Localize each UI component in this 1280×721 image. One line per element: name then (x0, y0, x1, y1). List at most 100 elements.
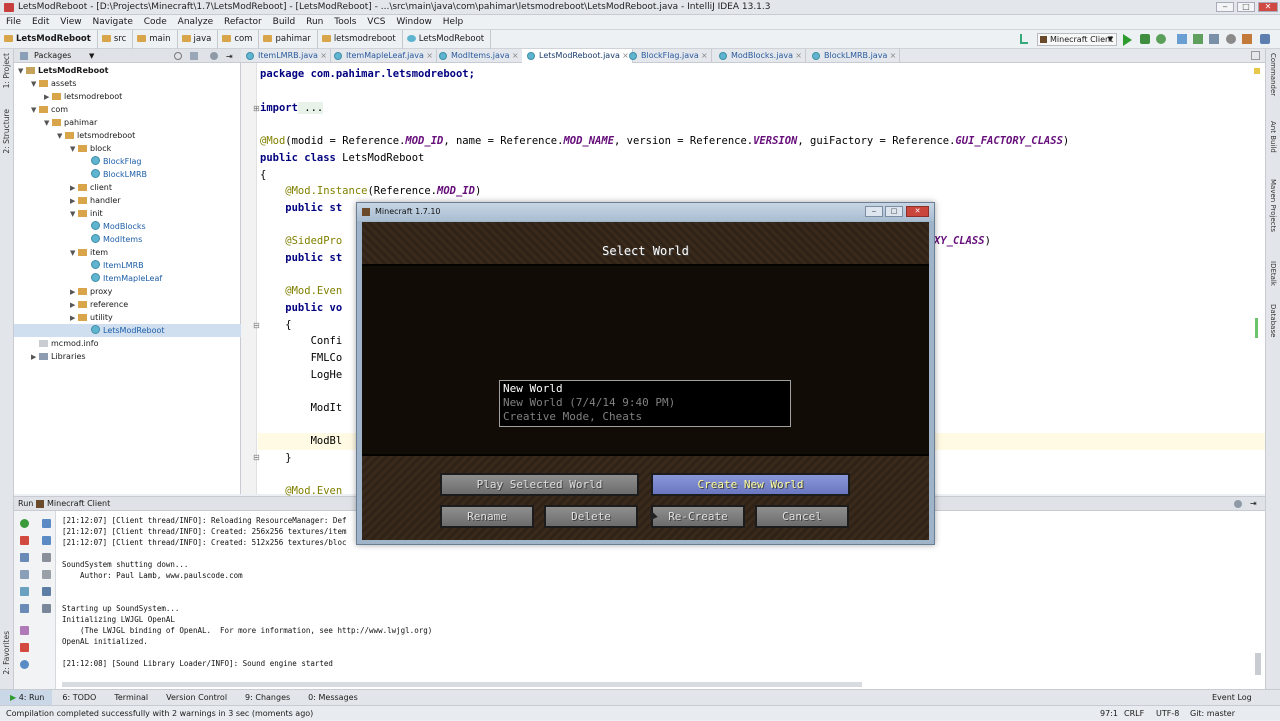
vcs-update-icon[interactable] (1177, 34, 1187, 44)
tree-item[interactable]: ModBlocks (14, 220, 241, 233)
print-icon[interactable] (42, 587, 51, 596)
menu-vcs[interactable]: VCS (367, 15, 385, 30)
tree-item[interactable]: ▶ Libraries (14, 350, 241, 363)
editor-tab-moditems[interactable]: ModItems.java × (434, 49, 523, 63)
restore-layout-icon[interactable] (20, 604, 29, 613)
vcs-commit-icon[interactable] (1193, 34, 1203, 44)
compare-icon[interactable] (1209, 34, 1219, 44)
chevron-down-icon[interactable]: ▼ (44, 117, 52, 130)
breadcrumb-main[interactable]: main (133, 30, 178, 49)
run-icon[interactable] (1123, 34, 1132, 46)
tree-item[interactable]: ▼ LetsModReboot (14, 64, 241, 77)
help-icon[interactable] (1260, 34, 1270, 44)
fold-icon[interactable]: ⊟ (253, 453, 260, 462)
breadcrumb-project[interactable]: LetsModReboot (0, 30, 98, 49)
soft-wrap-icon[interactable] (42, 553, 51, 562)
collapse-all-icon[interactable] (190, 52, 198, 60)
close-icon[interactable] (20, 643, 29, 652)
file-encoding[interactable]: UTF-8 (1156, 706, 1179, 721)
tab-structure[interactable]: 2: Structure (2, 109, 11, 154)
tab-commander[interactable]: Commander (1269, 53, 1277, 96)
close-tab-icon[interactable]: × (320, 49, 327, 63)
tree-item[interactable]: ▶ handler (14, 194, 241, 207)
cancel-button[interactable]: Cancel (755, 505, 849, 528)
tab-version-control[interactable]: Version Control (156, 690, 235, 706)
dump-threads-icon[interactable] (20, 570, 29, 579)
chevron-down-icon[interactable]: ▼ (57, 130, 65, 143)
inspection-status-icon[interactable] (1254, 68, 1260, 74)
run-tab-minecraft-client[interactable]: Minecraft Client (47, 497, 110, 511)
minimize-icon[interactable]: ‒ (865, 206, 883, 217)
maximize-icon[interactable]: □ (1237, 2, 1255, 12)
tab-changes[interactable]: 9: Changes (235, 690, 298, 706)
tree-item[interactable]: ItemLMRB (14, 259, 241, 272)
rename-button[interactable]: Rename (440, 505, 534, 528)
tree-item[interactable]: BlockFlag (14, 155, 241, 168)
tree-item[interactable]: ▼ com (14, 103, 241, 116)
console-hscrollbar[interactable] (62, 682, 862, 687)
stop-icon[interactable] (20, 536, 29, 545)
tree-item[interactable]: ItemMapleLeaf (14, 272, 241, 285)
chevron-right-icon[interactable]: ▶ (70, 312, 78, 325)
close-tab-icon[interactable]: × (426, 49, 433, 63)
tree-item[interactable]: ▶ reference (14, 298, 241, 311)
close-icon[interactable]: ✕ (1258, 2, 1278, 12)
tab-run[interactable]: ▶ 4: Run (0, 690, 53, 706)
hide-panel-icon[interactable]: ⇥ (226, 50, 233, 64)
tree-item[interactable]: ▶ client (14, 181, 241, 194)
gear-icon[interactable] (210, 52, 218, 60)
close-tab-icon[interactable]: × (701, 49, 708, 63)
chevron-down-icon[interactable]: ▼ (31, 78, 39, 91)
chevron-down-icon[interactable]: ▼ (70, 208, 78, 221)
tree-item[interactable]: ▼ item (14, 246, 241, 259)
fold-icon[interactable]: ⊟ (253, 321, 260, 330)
tree-item[interactable]: ▼ init (14, 207, 241, 220)
tree-item[interactable]: LetsModReboot (14, 324, 241, 337)
tree-item[interactable]: ▼ pahimar (14, 116, 241, 129)
menu-edit[interactable]: Edit (32, 15, 49, 30)
tab-maven-projects[interactable]: Maven Projects (1269, 179, 1277, 232)
tree-item[interactable]: ModItems (14, 233, 241, 246)
scroll-up-icon[interactable] (42, 519, 51, 528)
revert-icon[interactable] (1242, 34, 1252, 44)
menu-analyze[interactable]: Analyze (178, 15, 213, 30)
close-tab-icon[interactable]: × (512, 49, 519, 63)
run-config-select[interactable]: Minecraft Client ▼ (1037, 33, 1117, 46)
scroll-to-end-icon[interactable] (42, 570, 51, 579)
debug-icon[interactable] (1140, 34, 1150, 44)
tree-item[interactable]: ▼ assets (14, 77, 241, 90)
tab-database[interactable]: Database (1269, 304, 1277, 337)
chevron-down-icon[interactable]: ▼ (70, 247, 78, 260)
gear-icon[interactable] (1234, 500, 1242, 508)
create-new-world-button[interactable]: Create New World (651, 473, 850, 496)
status-message[interactable]: Compilation completed successfully with … (6, 709, 313, 718)
editor-tab-itemlmrb[interactable]: ItemLMRB.java × (241, 49, 331, 63)
menu-build[interactable]: Build (273, 15, 296, 30)
hide-panel-icon[interactable]: ⇥ (1250, 497, 1257, 511)
menu-code[interactable]: Code (144, 15, 167, 30)
chevron-down-icon[interactable]: ▼ (18, 65, 26, 78)
scroll-from-source-icon[interactable] (174, 52, 182, 60)
editor-tab-blockflag[interactable]: BlockFlag.java × (624, 49, 712, 63)
chevron-down-icon[interactable]: ▼ (89, 49, 94, 63)
clear-all-icon[interactable] (42, 604, 51, 613)
pin-icon[interactable] (20, 626, 29, 635)
menu-file[interactable]: File (6, 15, 21, 30)
breadcrumb-java[interactable]: java (178, 30, 219, 49)
recreate-button[interactable]: Re-Create (651, 505, 745, 528)
breadcrumb-pahimar[interactable]: pahimar (259, 30, 318, 49)
history-icon[interactable] (1226, 34, 1236, 44)
menu-navigate[interactable]: Navigate (92, 15, 132, 30)
world-entry-selected[interactable]: New World New World (7/4/14 9:40 PM) Cre… (499, 380, 791, 427)
tab-ant-build[interactable]: Ant Build (1269, 121, 1277, 153)
change-marker[interactable] (1255, 318, 1258, 338)
close-tab-icon[interactable]: × (890, 49, 897, 63)
event-log-button[interactable]: Event Log (1212, 690, 1252, 706)
line-separator[interactable]: CRLF (1124, 706, 1144, 721)
menu-view[interactable]: View (60, 15, 81, 30)
pause-icon[interactable] (20, 553, 29, 562)
menu-window[interactable]: Window (396, 15, 432, 30)
tab-project[interactable]: 1: Project (2, 53, 11, 88)
tab-idetalk[interactable]: IDEtalk (1269, 261, 1277, 286)
world-list[interactable]: New World New World (7/4/14 9:40 PM) Cre… (362, 264, 929, 456)
